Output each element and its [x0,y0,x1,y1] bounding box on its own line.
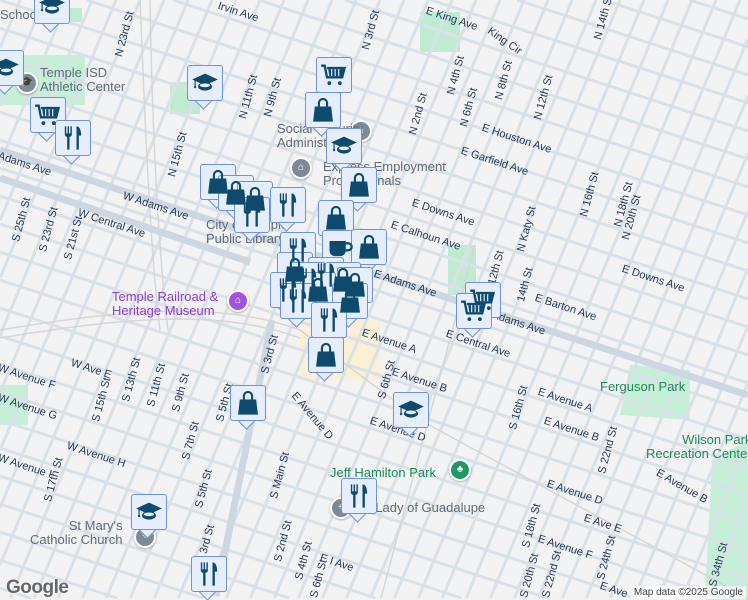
shopping-icon [234,389,262,417]
restaurant-icon [195,560,223,588]
restaurant-marker[interactable] [191,556,227,600]
label-line: St Mary's [68,518,123,533]
grocery-marker[interactable] [456,293,492,338]
grocery-icon [34,101,62,129]
school-marker[interactable] [326,128,362,173]
government-poi-icon[interactable]: ⌂ [290,157,312,179]
marker-box [270,187,306,223]
park-tree-icon[interactable]: ♣ [449,459,471,481]
marker-box [326,128,362,164]
label-line: Heritage Museum [112,303,215,318]
shopping-icon [355,233,383,261]
marker-box [191,556,227,592]
restaurant-icon [284,287,312,315]
label-line: Wilson Park [682,432,748,447]
place-label-wilson-park[interactable]: Wilson Park Recreation Center [646,433,748,461]
school-icon [38,0,66,20]
school-icon [330,132,358,160]
marker-box [393,392,429,428]
marker-box [55,120,91,156]
marker-box [456,293,492,329]
label-line: Temple Railroad & [112,289,219,304]
school-marker[interactable] [34,0,70,33]
marker-box [187,65,223,101]
restaurant-marker[interactable] [55,120,91,165]
school-marker[interactable] [393,392,429,437]
marker-box [351,229,387,265]
school-icon [397,396,425,424]
grocery-icon [320,61,348,89]
marker-box [341,167,377,203]
marker-box [34,0,70,24]
restaurant-icon [315,306,343,334]
place-label-temple-isd[interactable]: Temple ISD Athletic Center [40,66,125,94]
map-canvas[interactable]: 🎓 ⌂ ⌂ ⌂ ♣ + + School Temple ISDAthletic … [0,0,748,600]
school-marker[interactable] [131,494,167,539]
museum-poi-icon[interactable]: ⌂ [227,290,249,312]
restaurant-icon [59,124,87,152]
marker-box [308,337,344,373]
shopping-marker[interactable] [308,337,344,382]
shopping-icon [322,204,350,232]
label-line: Catholic Church [30,532,123,547]
marker-box [0,50,24,86]
shopping-icon [312,341,340,369]
marker-box [131,494,167,530]
school-marker[interactable] [0,50,24,95]
school-marker[interactable] [187,65,223,110]
map-attribution[interactable]: Map data ©2025 Google [630,586,746,599]
grocery-icon [460,297,488,325]
restaurant-marker[interactable] [341,478,377,523]
place-label-ferguson-park[interactable]: Ferguson Park [600,380,685,394]
shopping-icon [309,96,337,124]
label-line: Athletic Center [40,79,126,94]
restaurant-icon [238,201,266,229]
shopping-marker[interactable] [230,385,266,430]
marker-box [311,302,347,338]
place-label-railroad-museum[interactable]: Temple Railroad & Heritage Museum [112,290,218,318]
marker-box [305,92,341,128]
school-icon [191,69,219,97]
marker-box [234,197,270,233]
label-line: Temple ISD [40,65,108,80]
restaurant-icon [345,482,373,510]
marker-box [280,283,316,319]
marker-box [230,385,266,421]
restaurant-icon [274,191,302,219]
label-line: Recreation Center [646,446,748,461]
school-icon [135,498,163,526]
marker-box [341,478,377,514]
google-logo[interactable]: Google [6,577,69,599]
marker-box [318,200,354,236]
shopping-icon [345,171,373,199]
school-icon [0,54,20,82]
restaurant-marker[interactable] [270,187,306,232]
restaurant-marker[interactable] [234,197,270,242]
coffee-icon [326,234,354,262]
place-label-st-marys[interactable]: St Mary's Catholic Church [30,519,123,547]
marker-box [316,57,352,93]
